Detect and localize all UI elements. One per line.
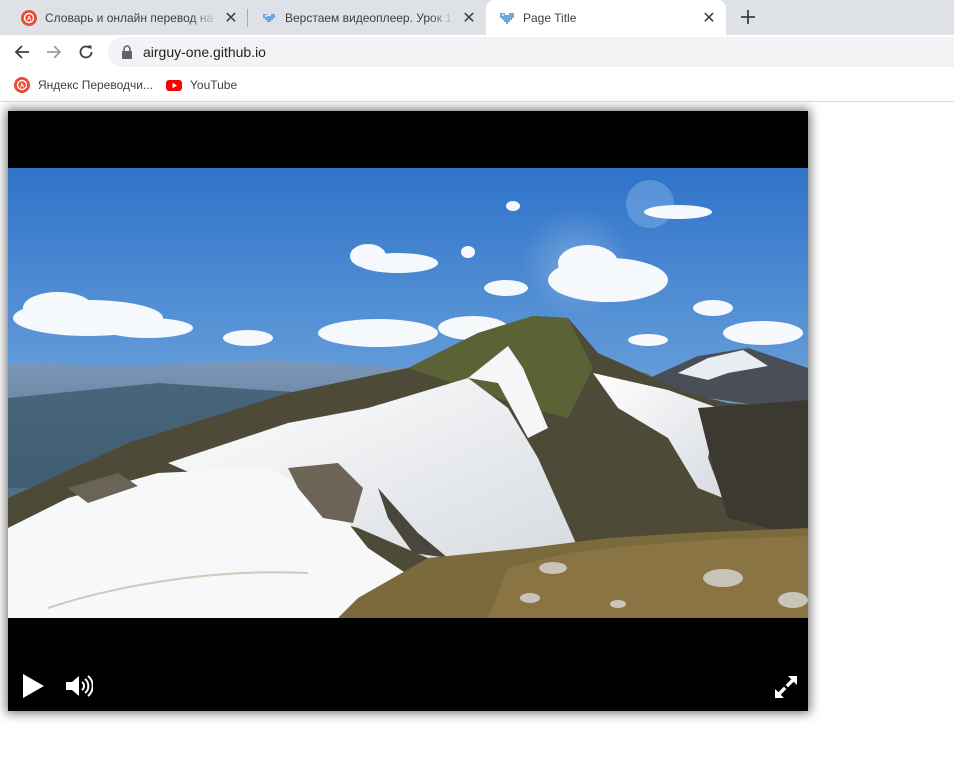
close-tab-icon[interactable]: ✕ bbox=[461, 10, 477, 27]
bookmark-label: YouTube bbox=[190, 78, 238, 92]
arrow-right-icon bbox=[47, 45, 62, 59]
tab-title: Page Title bbox=[523, 10, 577, 25]
tab-title: Словарь и онлайн перевод на а bbox=[45, 10, 217, 25]
yandex-translate-icon: A bbox=[21, 9, 37, 26]
close-tab-icon[interactable]: ✕ bbox=[701, 10, 717, 27]
close-tab-icon[interactable]: ✕ bbox=[223, 10, 239, 27]
address-bar[interactable]: airguy-one.github.io bbox=[108, 37, 954, 67]
player-controls bbox=[8, 661, 808, 711]
play-icon bbox=[23, 674, 44, 698]
plus-icon bbox=[741, 10, 755, 24]
youtube-icon bbox=[166, 80, 182, 91]
reload-icon bbox=[79, 45, 93, 59]
lock-icon bbox=[122, 45, 132, 59]
volume-icon bbox=[66, 675, 93, 697]
browser-toolbar: airguy-one.github.io bbox=[0, 35, 954, 69]
video-player[interactable] bbox=[8, 111, 808, 711]
fullscreen-button[interactable] bbox=[772, 673, 800, 701]
forward-button[interactable] bbox=[42, 40, 66, 64]
tab-page-title[interactable]: Page Title ✕ bbox=[486, 0, 726, 35]
heart-pixel-icon bbox=[500, 12, 514, 24]
bookmarks-bar: A Яндекс Переводчи... YouTube bbox=[0, 69, 954, 102]
play-button[interactable] bbox=[20, 673, 46, 699]
fullscreen-icon bbox=[775, 676, 797, 698]
svg-text:A: A bbox=[27, 16, 32, 22]
new-tab-button[interactable] bbox=[736, 5, 760, 29]
yandex-translate-icon: A bbox=[14, 77, 30, 93]
bookmark-yandex-translate[interactable]: A Яндекс Переводчи... bbox=[14, 75, 153, 95]
video-frame[interactable] bbox=[8, 168, 808, 618]
tab-video-lesson[interactable]: Верстаем видеоплеер. Урок 1, Г ✕ bbox=[248, 0, 486, 35]
bookmark-youtube[interactable]: YouTube bbox=[166, 75, 237, 95]
svg-text:A: A bbox=[20, 84, 25, 90]
heart-pixel-icon bbox=[263, 13, 275, 22]
video-mountain-scene bbox=[8, 168, 808, 618]
volume-button[interactable] bbox=[64, 673, 94, 699]
tab-yandex-translate[interactable]: A Словарь и онлайн перевод на а ✕ bbox=[8, 0, 248, 35]
url-text: airguy-one.github.io bbox=[143, 44, 266, 60]
tab-title: Верстаем видеоплеер. Урок 1, Г bbox=[285, 10, 455, 25]
bookmark-label: Яндекс Переводчи... bbox=[38, 78, 153, 92]
tab-strip: A Словарь и онлайн перевод на а ✕ Верста… bbox=[0, 0, 954, 35]
reload-button[interactable] bbox=[74, 40, 98, 64]
arrow-left-icon bbox=[14, 45, 29, 59]
back-button[interactable] bbox=[10, 40, 34, 64]
